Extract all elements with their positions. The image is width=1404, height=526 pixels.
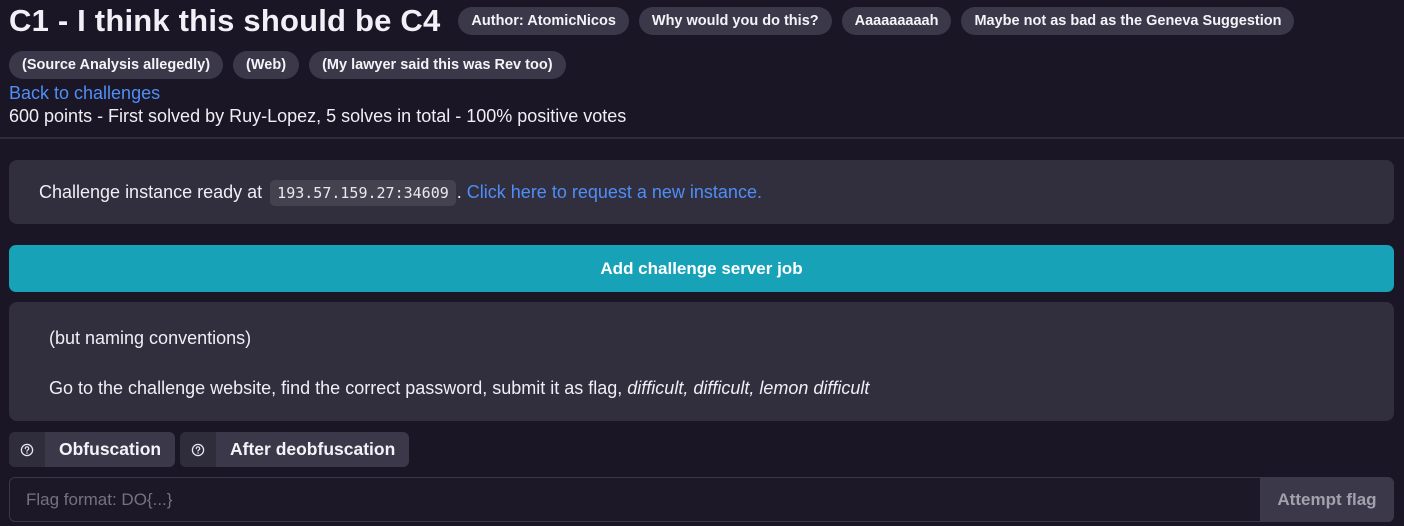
request-new-instance-link[interactable]: Click here to request a new instance. [467, 182, 762, 202]
hint-label: After deobfuscation [230, 439, 396, 459]
question-circle-icon [9, 432, 45, 467]
description-line: (but naming conventions) [49, 328, 252, 348]
description-text: Go to the challenge website, find the co… [49, 378, 628, 398]
tag: (Source Analysis allegedly) [9, 51, 224, 79]
add-challenge-server-job-button[interactable]: Add challenge server job [9, 245, 1394, 292]
tag: Why would you do this? [638, 7, 832, 35]
attempt-flag-button[interactable]: Attempt flag [1260, 477, 1394, 522]
hint-after-deobfuscation-button[interactable]: After deobfuscation [180, 432, 410, 467]
instance-status: Challenge instance ready at 193.57.159.2… [39, 179, 762, 206]
instance-panel: Challenge instance ready at 193.57.159.2… [9, 160, 1394, 224]
flag-submit-form: Attempt flag [9, 477, 1394, 522]
instance-separator: . [456, 182, 462, 202]
question-circle-icon [180, 432, 216, 467]
tag: (My lawyer said this was Rev too) [309, 51, 566, 79]
instance-prefix: Challenge instance ready at [39, 182, 263, 202]
description-italic: difficult, difficult, lemon difficult [627, 378, 870, 398]
tag: Maybe not as bad as the Geneva Suggestio… [961, 7, 1295, 35]
tag-author: Author: AtomicNicos [458, 7, 629, 35]
description-line: Go to the challenge website, find the co… [49, 376, 869, 400]
back-to-challenges-link[interactable]: Back to challenges [9, 82, 160, 104]
title-row: C1 - I think this should be C4 Author: A… [9, 2, 1295, 40]
tag: Aaaaaaaaah [841, 7, 952, 35]
hint-obfuscation-button[interactable]: Obfuscation [9, 432, 176, 467]
challenge-page: C1 - I think this should be C4 Author: A… [0, 0, 1404, 526]
challenge-stats: 600 points - First solved by Ruy-Lopez, … [9, 106, 627, 126]
page-title: C1 - I think this should be C4 [9, 3, 441, 38]
header-divider [0, 137, 1404, 139]
hint-label: Obfuscation [59, 439, 162, 459]
tag: (Web) [233, 51, 300, 79]
tag-row: (Source Analysis allegedly) (Web) (My la… [9, 51, 576, 79]
instance-address: 193.57.159.27:34609 [270, 180, 456, 206]
challenge-description: (but naming conventions) Go to the chall… [9, 302, 1394, 421]
flag-input[interactable] [9, 477, 1260, 522]
